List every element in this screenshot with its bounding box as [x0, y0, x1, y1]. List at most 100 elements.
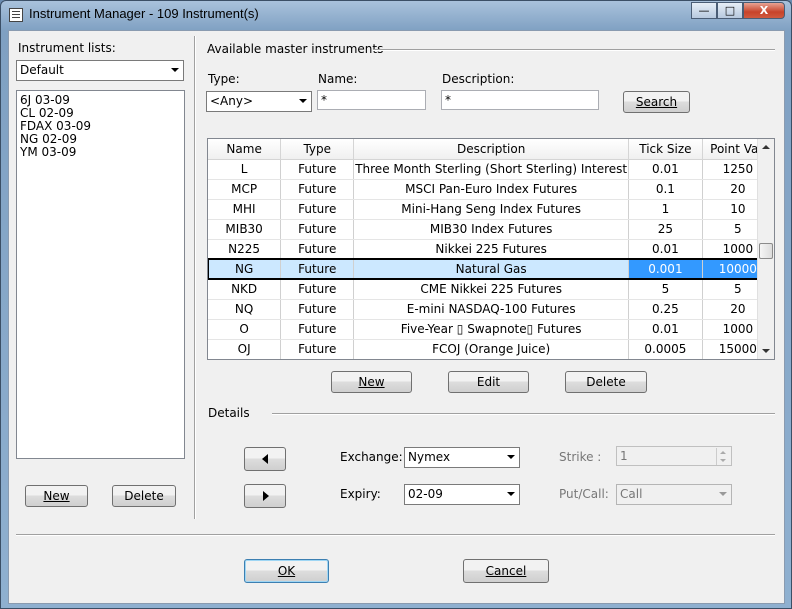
scroll-down-icon[interactable]	[762, 349, 770, 353]
instrument-list-value: Default	[20, 63, 64, 77]
footer-divider	[16, 534, 775, 535]
details-group-label: Details	[208, 406, 250, 420]
chevron-down-icon	[507, 455, 515, 459]
table-cell: MIB30 Index Futures	[353, 219, 630, 240]
table-row[interactable]: MCP Future MSCI Pan-Euro Index Futures 0.1 2…	[208, 179, 774, 200]
master-edit-button[interactable]: Edit	[448, 371, 529, 393]
table-cell: 25	[628, 219, 703, 240]
details-group-line	[272, 413, 775, 414]
table-cell: MCP	[208, 179, 282, 200]
ok-label: OK	[277, 564, 296, 578]
table-cell: MHI	[208, 199, 282, 220]
putcall-value: Call	[620, 487, 643, 501]
table-cell: 0.01	[628, 159, 703, 180]
minimize-button[interactable]: —	[691, 2, 717, 19]
table-cell: Future	[280, 339, 355, 359]
putcall-select: Call	[616, 484, 732, 505]
table-row[interactable]: L Future Three Month Sterling (Short Sterl…	[208, 159, 774, 180]
table-row[interactable]: MHI Future Mini-Hang Seng Index Futures 1 10	[208, 199, 774, 220]
table-cell: Future	[280, 279, 355, 300]
chevron-down-icon	[719, 492, 727, 496]
name-label: Name:	[318, 72, 358, 86]
description-label: Description:	[442, 72, 515, 86]
table-cell: Future	[280, 319, 355, 340]
column-header[interactable]: Type	[280, 139, 355, 160]
expiry-select[interactable]: 02-09	[404, 484, 520, 505]
instrument-list-items: 6J 03-09 CL 02-09 FDAX 03-09 NG 02-09 YM 03-…	[17, 91, 184, 159]
type-select[interactable]: <Any>	[206, 91, 312, 112]
name-input[interactable]: *	[317, 90, 426, 110]
table-cell: 0.0005	[628, 339, 703, 359]
table-row[interactable]: O Future Five-Year ▯ Swapnote▯ Futures 0.01…	[208, 319, 774, 340]
search-button[interactable]: Search	[623, 91, 690, 113]
table-row[interactable]: OJ Future FCOJ (Orange Juice) 0.0005 15000	[208, 339, 774, 359]
table-cell: 0.001	[628, 259, 703, 280]
scroll-thumb[interactable]	[759, 243, 773, 259]
table-cell: NQ	[208, 299, 282, 320]
table-cell: Future	[280, 159, 355, 180]
list-delete-button[interactable]: Delete	[112, 485, 176, 507]
list-item[interactable]: YM 03-09	[17, 146, 184, 159]
master-edit-label: Edit	[476, 375, 501, 389]
table-cell: Mini-Hang Seng Index Futures	[353, 199, 630, 220]
instrument-manager-window: Instrument Manager - 109 Instrument(s) —…	[0, 0, 792, 609]
window-controls: — □ X	[691, 2, 785, 19]
table-cell: 1	[628, 199, 703, 220]
table-row[interactable]: NG Future Natural Gas 0.001 10000	[208, 258, 774, 280]
table-cell: Future	[280, 299, 355, 320]
table-cell: Future	[280, 239, 355, 260]
panel-divider	[194, 36, 195, 519]
table-cell: Future	[280, 259, 355, 280]
table-cell: Five-Year ▯ Swapnote▯ Futures	[353, 319, 630, 340]
strike-value: 1	[620, 449, 628, 463]
chevron-down-icon	[299, 99, 307, 103]
title-bar[interactable]: Instrument Manager - 109 Instrument(s) —…	[1, 1, 791, 29]
master-new-button[interactable]: New	[331, 371, 412, 393]
table-row[interactable]: N225 Future Nikkei 225 Futures 0.01 1000	[208, 239, 774, 260]
putcall-label: Put/Call:	[559, 487, 609, 501]
column-header[interactable]: Tick Size	[628, 139, 703, 160]
maximize-button[interactable]: □	[717, 2, 743, 19]
instrument-list-box[interactable]: 6J 03-09 CL 02-09 FDAX 03-09 NG 02-09 YM 03-…	[16, 90, 185, 459]
exchange-select[interactable]: Nymex	[404, 447, 520, 468]
table-cell: O	[208, 319, 282, 340]
type-label: Type:	[208, 72, 240, 86]
search-label: Search	[635, 95, 678, 109]
master-group-label: Available master instruments	[207, 42, 384, 56]
dialog-client-area: Instrument lists: Default 6J 03-09 CL 02-…	[8, 30, 785, 604]
ok-button[interactable]: OK	[244, 559, 329, 583]
master-new-label: New	[358, 375, 385, 389]
description-input[interactable]: *	[441, 90, 599, 110]
table-cell: FCOJ (Orange Juice)	[353, 339, 630, 359]
table-cell: Nikkei 225 Futures	[353, 239, 630, 260]
exchange-value: Nymex	[408, 450, 451, 464]
list-new-button[interactable]: New	[25, 485, 88, 507]
close-button[interactable]: X	[743, 2, 785, 19]
expiry-value: 02-09	[408, 487, 443, 501]
master-delete-button[interactable]: Delete	[565, 371, 647, 393]
table-cell: Future	[280, 199, 355, 220]
instruments-table: Name Type Description Tick Size Point Val. L…	[208, 139, 774, 359]
scroll-up-icon[interactable]	[762, 145, 770, 149]
previous-expiry-button[interactable]	[244, 447, 286, 471]
table-row[interactable]: MIB30 Future MIB30 Index Futures 25 5	[208, 219, 774, 240]
grid-scrollbar[interactable]	[757, 139, 774, 359]
table-cell: MIB30	[208, 219, 282, 240]
next-expiry-button[interactable]	[244, 484, 286, 508]
table-row[interactable]: NKD Future CME Nikkei 225 Futures 5 5	[208, 279, 774, 300]
table-cell: NKD	[208, 279, 282, 300]
column-header[interactable]: Description	[353, 139, 630, 160]
instruments-grid[interactable]: Name Type Description Tick Size Point Val. L…	[207, 138, 775, 360]
column-header[interactable]: Name	[208, 139, 282, 160]
window-title: Instrument Manager - 109 Instrument(s)	[29, 6, 259, 21]
cancel-label: Cancel	[485, 564, 527, 578]
cancel-button[interactable]: Cancel	[463, 559, 549, 583]
table-row[interactable]: NQ Future E-mini NASDAQ-100 Futures 0.25 20	[208, 299, 774, 320]
table-cell: Three Month Sterling (Short Sterling) In…	[353, 159, 630, 180]
table-cell: 0.1	[628, 179, 703, 200]
table-cell: MSCI Pan-Euro Index Futures	[353, 179, 630, 200]
table-cell: N225	[208, 239, 282, 260]
table-body: L Future Three Month Sterling (Short Sterl…	[208, 159, 774, 359]
table-cell: NG	[208, 259, 282, 280]
instrument-list-select[interactable]: Default	[16, 60, 184, 81]
